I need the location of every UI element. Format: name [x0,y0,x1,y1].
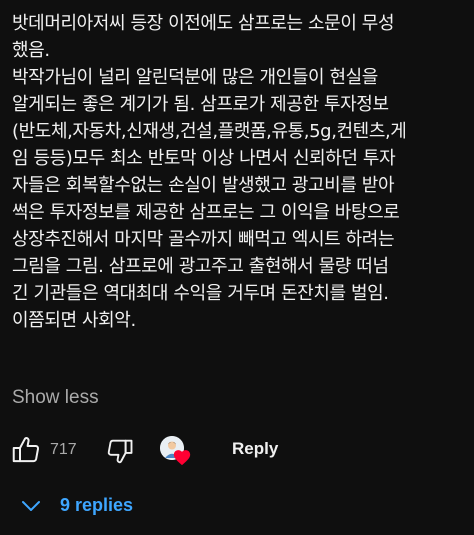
comment-actions: 717 Reply [0,430,474,472]
comment: 밧데머리아저씨 등장 이전에도 삼프로는 소문이 무성 했음. 박작가님이 널리… [12,10,468,334]
comment-line: 자들은 회복할수없는 손실이 발생했고 광고비를 받아 [12,175,395,196]
replies-count-label: 9 replies [60,495,134,515]
creator-heart-badge [160,436,194,468]
comment-line: 긴 기관들은 역대최대 수익을 거두며 돈잔치를 벌임. [12,283,389,304]
like-count: 717 [50,441,77,458]
thumbs-down-icon [107,439,133,464]
chevron-down-icon [22,501,40,511]
comment-line: 썩은 투자정보를 제공한 삼프로는 그 이익을 바탕으로 [12,202,400,223]
comment-line: 알게되는 좋은 계기가 됨. 삼프로가 제공한 투자정보 [12,94,389,115]
thumbs-up-icon [12,437,40,463]
comment-line: 상장추진해서 마지막 골수까지 빼먹고 엑시트 하려는 [12,229,395,250]
like-button[interactable] [10,434,42,466]
dislike-button[interactable] [105,436,137,468]
comment-text: 밧데머리아저씨 등장 이전에도 삼프로는 소문이 무성 했음. 박작가님이 널리… [12,10,468,334]
heart-icon [173,450,191,466]
comment-line: 박작가님이 널리 알린덕분에 많은 개인들이 현실을 [12,67,378,88]
comment-line: 그림을 그림. 삼프로에 광고주고 출현해서 물량 떠넘 [12,256,389,277]
comment-line: 했음. [12,40,50,61]
comment-line: 임 등등)모두 최소 반토막 이상 나면서 신뢰하던 투자 [12,148,396,169]
comment-line: 밧데머리아저씨 등장 이전에도 삼프로는 소문이 무성 [12,13,395,34]
reply-button[interactable]: Reply [232,439,278,459]
show-less-button[interactable]: Show less [12,387,99,409]
comment-line: 이쯤되면 사회악. [12,310,136,331]
comment-line: (반도체,자동차,신재생,건설,플랫폼,유통,5g,컨텐츠,게 [12,121,407,142]
